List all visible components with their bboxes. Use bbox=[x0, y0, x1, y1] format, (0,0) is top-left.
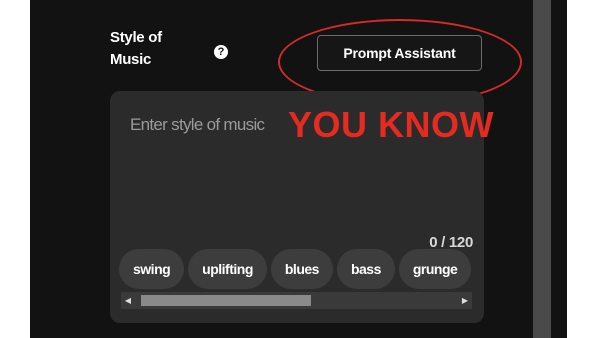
tag-chip[interactable]: bass bbox=[336, 249, 395, 289]
scroll-right-arrow-icon[interactable]: ▶ bbox=[458, 292, 472, 309]
annotation-text: YOU KNOW bbox=[288, 104, 494, 145]
page-scrollbar[interactable] bbox=[533, 0, 551, 338]
tag-chip[interactable]: swing bbox=[119, 249, 185, 289]
tag-chip[interactable]: blues bbox=[270, 249, 333, 289]
style-input-placeholder: Enter style of music bbox=[130, 115, 265, 134]
app-panel: Style of Music ? Prompt Assistant Enter … bbox=[30, 0, 567, 338]
tag-scrollbar[interactable]: ◀ ▶ bbox=[121, 292, 472, 309]
prompt-assistant-button[interactable]: Prompt Assistant bbox=[317, 35, 482, 71]
scroll-thumb[interactable] bbox=[141, 295, 311, 306]
help-icon[interactable]: ? bbox=[214, 45, 228, 59]
scroll-left-arrow-icon[interactable]: ◀ bbox=[121, 292, 135, 309]
style-of-music-label: Style of Music bbox=[110, 29, 162, 68]
tag-chip[interactable]: uplifting bbox=[188, 249, 267, 289]
tag-chip[interactable]: grunge bbox=[398, 249, 472, 289]
tag-list: swing uplifting blues bass grunge bbox=[119, 249, 472, 293]
